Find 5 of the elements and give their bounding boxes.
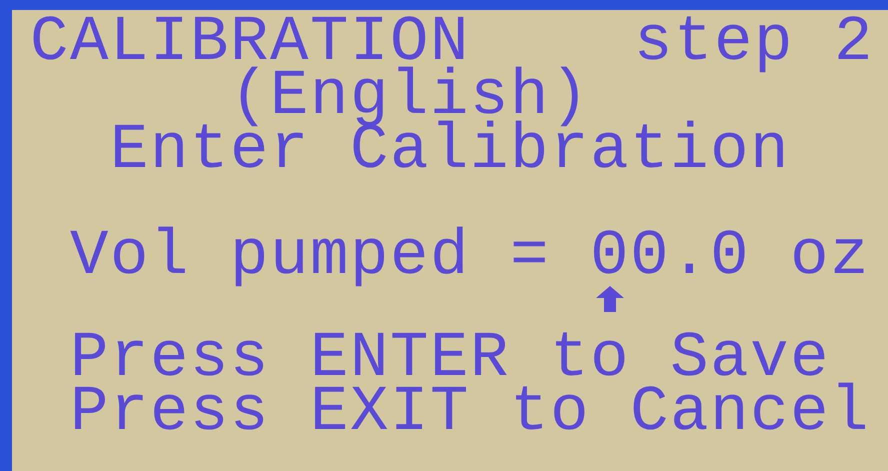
prompt-text: Press ENTER to Save	[70, 332, 830, 386]
cursor-arrow-icon	[596, 286, 624, 312]
unit-label: oz	[790, 230, 870, 284]
volume-value: 00.0	[590, 221, 750, 293]
step-label: step 2	[634, 16, 874, 70]
